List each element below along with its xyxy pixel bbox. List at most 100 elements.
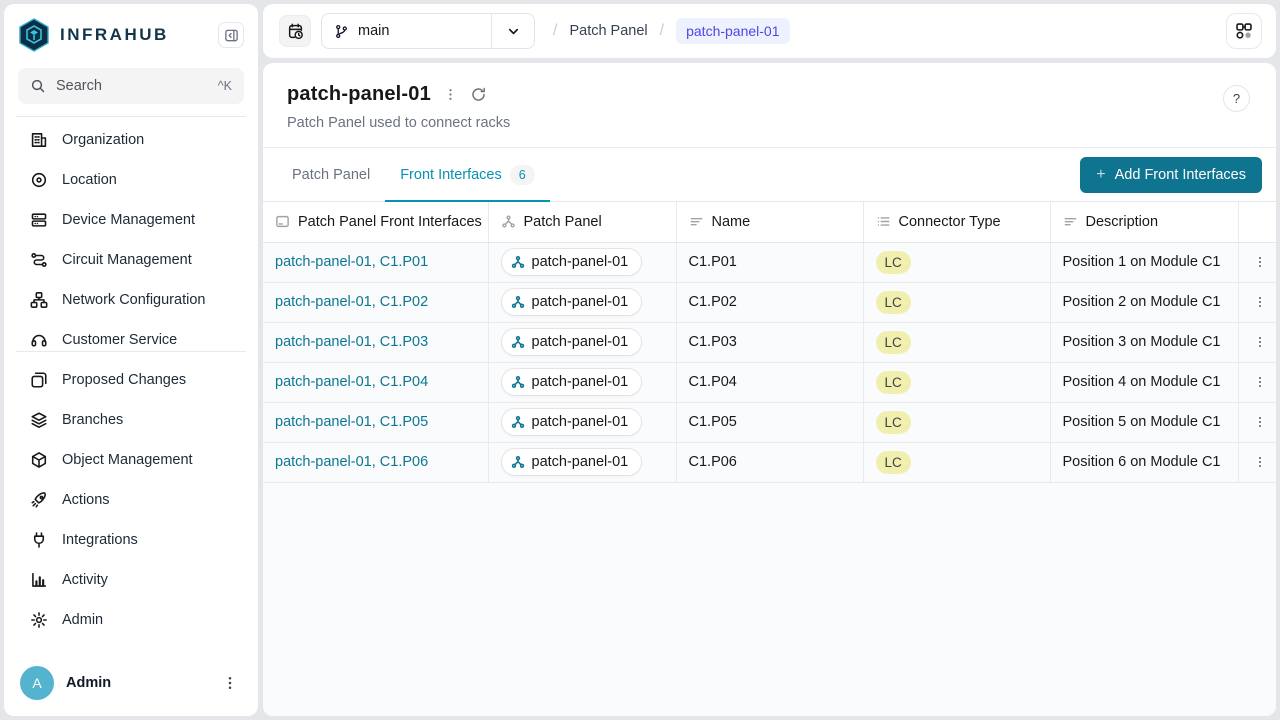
table-row[interactable]: patch-panel-01, C1.P03 patch-panel-01 C1… (263, 322, 1276, 362)
sidebar-item-integrations[interactable]: Integrations (4, 520, 258, 560)
row-menu-button[interactable] (1251, 255, 1270, 269)
connector-type-badge: LC (876, 331, 911, 354)
user-menu-button[interactable] (218, 671, 242, 695)
patch-panel-chip[interactable]: patch-panel-01 (501, 248, 643, 276)
ellipsis-vertical-icon (1253, 255, 1267, 269)
table-row[interactable]: patch-panel-01, C1.P01 patch-panel-01 C1… (263, 242, 1276, 282)
patch-panel-chip[interactable]: patch-panel-01 (501, 328, 643, 356)
breadcrumb-current[interactable]: patch-panel-01 (676, 18, 789, 44)
ellipsis-vertical-icon (1253, 375, 1267, 389)
interface-link[interactable]: patch-panel-01, C1.P03 (275, 334, 428, 350)
branch-selector[interactable]: main (321, 13, 535, 49)
table-row[interactable]: patch-panel-01, C1.P02 patch-panel-01 C1… (263, 282, 1276, 322)
sidebar-user[interactable]: A Admin (4, 654, 258, 716)
card-icon (275, 214, 290, 229)
refresh-button[interactable] (470, 86, 487, 103)
column-header-display[interactable]: Patch Panel Front Interfaces (263, 202, 488, 242)
git-branch-icon (334, 24, 349, 39)
connector-type-badge: LC (876, 291, 911, 314)
branch-selector-toggle[interactable] (492, 14, 534, 48)
patch-panel-chip[interactable]: patch-panel-01 (501, 368, 643, 396)
patch-panel-chip[interactable]: patch-panel-01 (501, 408, 643, 436)
row-menu-button[interactable] (1251, 335, 1270, 349)
patch-panel-chip[interactable]: patch-panel-01 (501, 448, 643, 476)
sidebar-item-object-management[interactable]: Object Management (4, 440, 258, 480)
row-menu-button[interactable] (1251, 455, 1270, 469)
column-header-actions (1238, 202, 1276, 242)
row-menu-button[interactable] (1251, 415, 1270, 429)
breadcrumb: / Patch Panel / patch-panel-01 (553, 18, 790, 44)
add-front-interfaces-button[interactable]: + Add Front Interfaces (1080, 157, 1262, 193)
cell-description: Position 2 on Module C1 (1050, 282, 1238, 322)
search-icon (30, 78, 46, 94)
relationship-icon (511, 255, 525, 269)
breadcrumb-separator: / (553, 22, 557, 40)
cell-connector-type: LC (863, 322, 1050, 362)
server-icon (30, 211, 48, 229)
time-travel-button[interactable] (279, 15, 311, 47)
cell-description: Position 6 on Module C1 (1050, 442, 1238, 482)
plus-icon: + (1096, 166, 1105, 184)
add-button-label: Add Front Interfaces (1115, 167, 1246, 183)
sidebar-item-actions[interactable]: Actions (4, 480, 258, 520)
cell-description: Position 1 on Module C1 (1050, 242, 1238, 282)
tab-front-interfaces[interactable]: Front Interfaces 6 (385, 148, 550, 201)
cell-actions (1238, 282, 1276, 322)
breadcrumb-parent[interactable]: Patch Panel (569, 23, 647, 39)
cell-display: patch-panel-01, C1.P01 (263, 242, 488, 282)
user-name: Admin (66, 675, 206, 691)
row-menu-button[interactable] (1251, 375, 1270, 389)
layers-icon (30, 411, 48, 429)
headset-icon (30, 331, 48, 349)
sidebar-item-branches[interactable]: Branches (4, 400, 258, 440)
sidebar-item-admin[interactable]: Admin (4, 600, 258, 640)
ellipsis-vertical-icon (1253, 295, 1267, 309)
table-row[interactable]: patch-panel-01, C1.P06 patch-panel-01 C1… (263, 442, 1276, 482)
sidebar-item-circuit-management[interactable]: Circuit Management (4, 240, 258, 280)
tab-patch-panel[interactable]: Patch Panel (277, 148, 385, 201)
sidebar-item-customer-service[interactable]: Customer Service (4, 320, 258, 351)
schema-button[interactable] (1226, 13, 1262, 49)
page-title: patch-panel-01 (287, 83, 431, 106)
help-button[interactable]: ? (1223, 85, 1250, 112)
column-header-patch-panel[interactable]: Patch Panel (488, 202, 676, 242)
column-header-name[interactable]: Name (676, 202, 863, 242)
cell-actions (1238, 362, 1276, 402)
interface-link[interactable]: patch-panel-01, C1.P02 (275, 294, 428, 310)
table-row[interactable]: patch-panel-01, C1.P04 patch-panel-01 C1… (263, 362, 1276, 402)
cell-connector-type: LC (863, 362, 1050, 402)
interface-link[interactable]: patch-panel-01, C1.P05 (275, 414, 428, 430)
connector-type-badge: LC (876, 451, 911, 474)
object-actions-button[interactable] (443, 87, 458, 102)
patch-panel-chip[interactable]: patch-panel-01 (501, 288, 643, 316)
sidebar-item-device-management[interactable]: Device Management (4, 200, 258, 240)
sidebar-item-location[interactable]: Location (4, 160, 258, 200)
sidebar-nav-secondary: Proposed Changes Branches Object Managem… (4, 352, 258, 644)
breadcrumb-separator: / (660, 22, 664, 40)
sidebar-collapse-button[interactable] (218, 22, 244, 48)
sidebar-header: INFRAHUB (4, 4, 258, 62)
interface-link[interactable]: patch-panel-01, C1.P01 (275, 254, 428, 270)
table-container: Patch Panel Front Interfaces Patch Panel (263, 202, 1276, 716)
relationship-icon (511, 375, 525, 389)
cell-name: C1.P02 (676, 282, 863, 322)
table-row[interactable]: patch-panel-01, C1.P05 patch-panel-01 C1… (263, 402, 1276, 442)
circuit-icon (30, 251, 48, 269)
row-menu-button[interactable] (1251, 295, 1270, 309)
infrahub-logo-icon (18, 18, 50, 52)
column-header-connector-type[interactable]: Connector Type (863, 202, 1050, 242)
cell-name: C1.P05 (676, 402, 863, 442)
column-header-description[interactable]: Description (1050, 202, 1238, 242)
cell-display: patch-panel-01, C1.P03 (263, 322, 488, 362)
interface-link[interactable]: patch-panel-01, C1.P04 (275, 374, 428, 390)
sidebar-item-organization[interactable]: Organization (4, 120, 258, 160)
interface-link[interactable]: patch-panel-01, C1.P06 (275, 454, 428, 470)
sidebar-item-network-configuration[interactable]: Network Configuration (4, 280, 258, 320)
cell-description: Position 5 on Module C1 (1050, 402, 1238, 442)
sidebar-item-activity[interactable]: Activity (4, 560, 258, 600)
search-input[interactable]: Search ^K (18, 68, 244, 104)
sidebar-item-proposed-changes[interactable]: Proposed Changes (4, 360, 258, 400)
tab-count-badge: 6 (510, 165, 535, 185)
text-lines-icon (1063, 214, 1078, 229)
cell-name: C1.P06 (676, 442, 863, 482)
